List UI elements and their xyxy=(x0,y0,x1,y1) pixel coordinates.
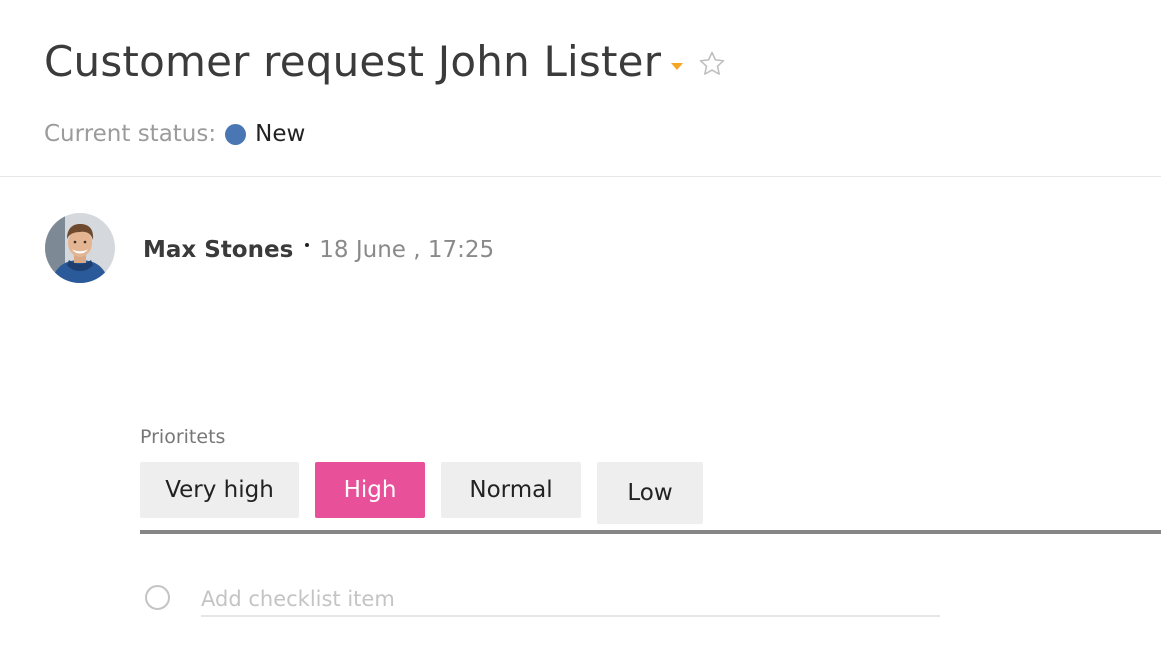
separator-dot xyxy=(305,243,310,247)
priority-divider xyxy=(140,530,1161,534)
avatar[interactable] xyxy=(45,213,115,283)
checklist-add-row xyxy=(145,582,945,618)
priority-option-very-high[interactable]: Very high xyxy=(140,462,299,518)
author-name[interactable]: Max Stones xyxy=(143,234,293,266)
page-title: Customer request John Lister xyxy=(44,37,662,86)
title-row: Customer request John Lister xyxy=(44,32,727,92)
status-label: Current status: xyxy=(44,121,217,147)
status-value[interactable]: New xyxy=(255,119,305,149)
priority-option-low[interactable]: Low xyxy=(597,462,703,524)
priority-field: Prioritets Very high High Normal Low xyxy=(140,424,1161,534)
comment-date: 18 June , 17:25 xyxy=(319,237,495,263)
caret-down-icon[interactable] xyxy=(671,62,684,70)
checklist-item-input[interactable] xyxy=(201,582,940,617)
priority-option-normal[interactable]: Normal xyxy=(441,462,581,518)
priority-option-high[interactable]: High xyxy=(315,462,425,518)
star-icon[interactable] xyxy=(697,49,727,79)
comment-meta: Max Stones 18 June , 17:25 xyxy=(143,234,494,266)
status-dot-icon xyxy=(225,123,247,145)
task-header: Customer request John Lister Current sta… xyxy=(0,0,1161,177)
circle-checkbox-icon[interactable] xyxy=(145,585,170,610)
priority-label: Prioritets xyxy=(140,426,226,448)
status-row: Current status: New xyxy=(44,119,305,149)
user-avatar-icon xyxy=(45,213,115,283)
